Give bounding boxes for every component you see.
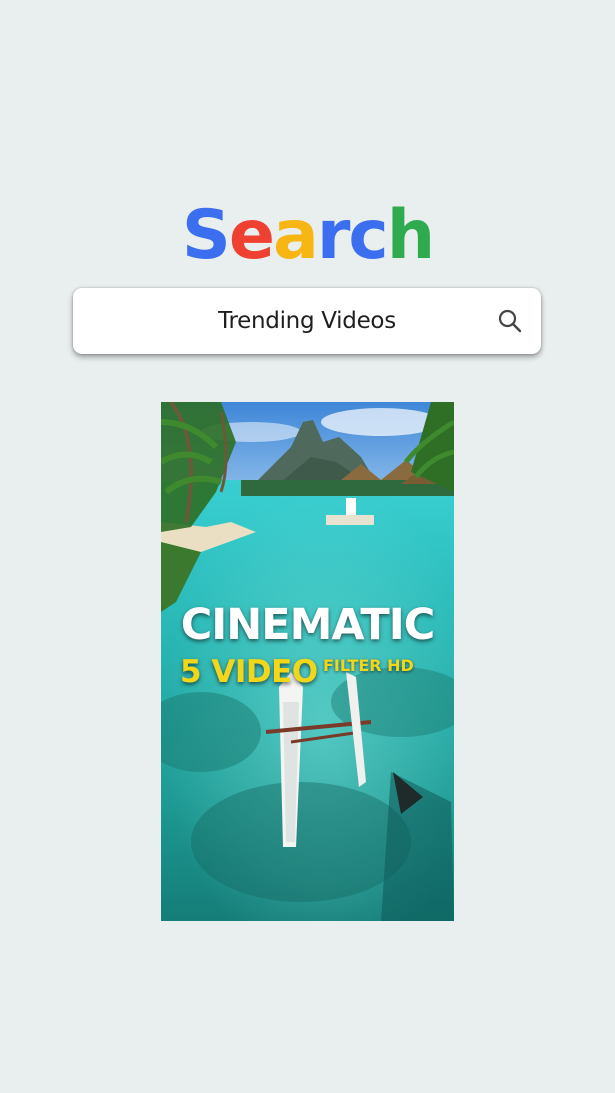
search-logo: Search <box>0 196 615 276</box>
search-icon[interactable] <box>497 308 523 334</box>
video-thumbnail[interactable]: CINEMATIC 5 VIDEO FILTER HD <box>161 402 454 921</box>
logo-letter: h <box>386 196 435 275</box>
logo-letter: r <box>316 196 351 275</box>
logo-letter: S <box>181 196 231 275</box>
video-title-main: CINEMATIC <box>180 600 436 650</box>
search-input[interactable]: Trending Videos <box>73 288 541 354</box>
video-title-sub: 5 VIDEO <box>180 654 318 690</box>
search-bar[interactable]: Trending Videos <box>73 288 541 354</box>
logo-letter: e <box>228 196 275 275</box>
logo-letter: a <box>272 196 319 275</box>
logo-letter: c <box>348 196 388 275</box>
video-title-sub2: FILTER HD <box>323 656 414 675</box>
